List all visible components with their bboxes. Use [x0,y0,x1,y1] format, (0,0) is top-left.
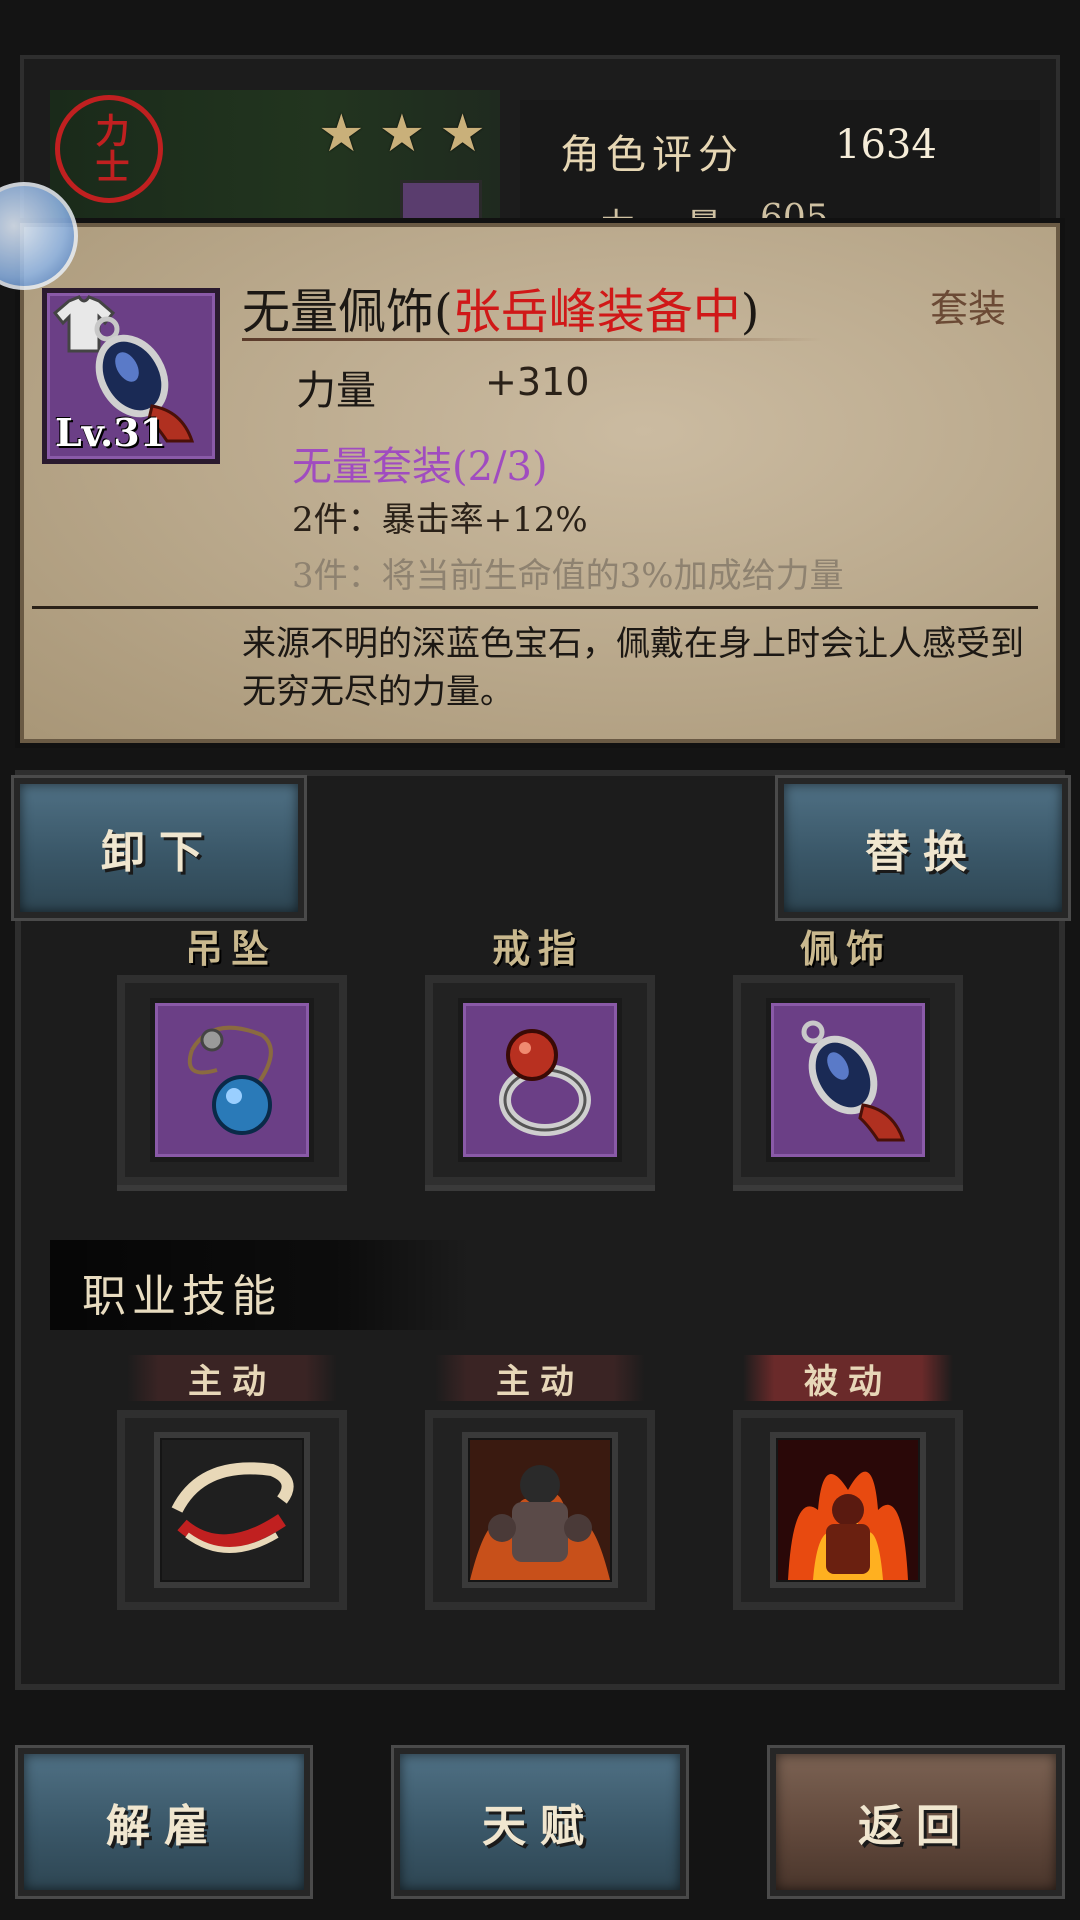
talent-button[interactable]: 天赋 [394,1748,686,1896]
equipment-slot-pendant[interactable] [117,975,347,1185]
skills-title: 职业技能 [82,1271,282,1322]
skill-icon-frame [770,1432,926,1588]
equipment-slot-charm[interactable] [733,975,963,1185]
unequip-button[interactable]: 卸下 [14,778,304,918]
set-bonus-3-piece: 3件：将当前生命值的3%加成给力量 [292,556,844,596]
stat-label: 力量 [296,368,376,414]
skill-icon-frame [462,1432,618,1588]
slot-item [150,998,314,1162]
skill-tag-active: 主动 [435,1355,645,1402]
whirlwind-skill-icon [162,1440,302,1580]
pendant-icon [187,1025,273,1135]
slot-label-ring: 戒指 [492,926,585,971]
star-icon: ★ [318,104,365,164]
item-name-close: ) [740,284,760,340]
class-seal: 力士 [55,95,163,203]
skill-slot-3[interactable] [733,1410,963,1610]
skill-tag-active: 主动 [127,1355,337,1402]
slot-item [458,998,622,1162]
slot-label-pendant: 吊坠 [185,926,278,971]
item-name-text: 无量佩饰( [242,284,453,340]
skill-slot-1[interactable] [117,1410,347,1610]
skill-icon-frame [154,1432,310,1588]
score-label: 角色评分 [560,132,744,178]
star-icon: ★ [378,104,426,164]
tooltip-divider [32,606,1038,609]
item-flavor-text: 来源不明的深蓝色宝石，佩戴在身上时会让人感受到无穷无尽的力量。 [242,624,1024,712]
equipped-by-label: 张岳峰装备中 [452,284,741,340]
back-button[interactable]: 返回 [770,1748,1062,1896]
star-icon: ★ [439,104,486,164]
equipment-slot-ring[interactable] [425,975,655,1185]
skill-tag-passive: 被动 [743,1355,953,1402]
rage-fighter-skill-icon [470,1440,610,1580]
item-name: 无量佩饰(张岳峰装备中) [242,272,759,342]
score-value: 1634 [835,122,937,168]
name-underline [242,338,822,341]
skill-slot-2[interactable] [425,1410,655,1610]
set-bonus-2-piece: 2件：暴击率+12% [292,500,588,540]
ring-icon [499,1029,591,1136]
replace-button[interactable]: 替换 [778,778,1068,918]
dismiss-button[interactable]: 解雇 [18,1748,310,1896]
flame-body-skill-icon [778,1440,918,1580]
rank-stars: ★ ★ ★ [318,108,486,160]
set-name: 无量套装(2/3) [292,444,548,490]
slot-label-charm: 佩饰 [800,926,893,971]
stat-value: +310 [485,360,590,404]
charm-icon [801,1020,906,1142]
slot-item [766,998,930,1162]
set-tag: 套装 [930,287,1007,331]
item-level: Lv.31 [55,410,167,455]
